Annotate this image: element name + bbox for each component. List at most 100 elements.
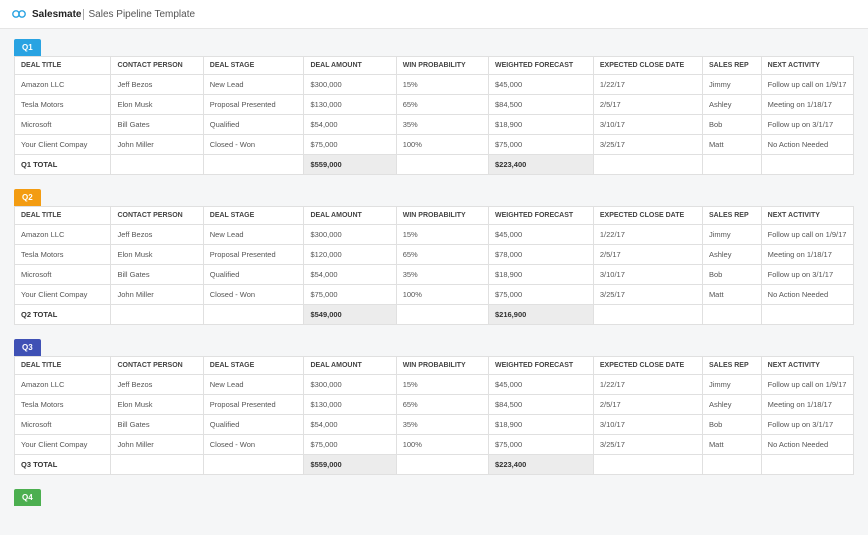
total-empty <box>203 455 304 475</box>
quarter-tab-q4[interactable]: Q4 <box>14 489 41 506</box>
pipeline-table-q3: DEAL TITLECONTACT PERSONDEAL STAGEDEAL A… <box>14 356 854 475</box>
cell-stage: Closed - Won <box>203 285 304 305</box>
quarter-tab-q3[interactable]: Q3 <box>14 339 41 356</box>
cell-amount: $54,000 <box>304 415 396 435</box>
column-header: EXPECTED CLOSE DATE <box>593 57 702 75</box>
cell-activity: No Action Needed <box>761 285 853 305</box>
table-row[interactable]: MicrosoftBill GatesQualified$54,00035%$1… <box>15 115 854 135</box>
table-row[interactable]: MicrosoftBill GatesQualified$54,00035%$1… <box>15 415 854 435</box>
column-header: DEAL TITLE <box>15 357 111 375</box>
cell-title: Your Client Compay <box>15 135 111 155</box>
cell-forecast: $45,000 <box>489 375 594 395</box>
table-row[interactable]: Your Client CompayJohn MillerClosed - Wo… <box>15 435 854 455</box>
cell-close: 3/10/17 <box>593 265 702 285</box>
cell-contact: Elon Musk <box>111 395 203 415</box>
cell-forecast: $18,900 <box>489 415 594 435</box>
brand-name: Salesmate <box>32 9 81 20</box>
total-row: Q1 TOTAL$559,000$223,400 <box>15 155 854 175</box>
cell-amount: $75,000 <box>304 135 396 155</box>
table-row[interactable]: Tesla MotorsElon MuskProposal Presented$… <box>15 95 854 115</box>
table-header-row: DEAL TITLECONTACT PERSONDEAL STAGEDEAL A… <box>15 57 854 75</box>
cell-amount: $120,000 <box>304 245 396 265</box>
cell-close: 1/22/17 <box>593 225 702 245</box>
cell-forecast: $75,000 <box>489 135 594 155</box>
cell-close: 3/25/17 <box>593 285 702 305</box>
column-header: DEAL STAGE <box>203 207 304 225</box>
cell-rep: Bob <box>702 415 761 435</box>
cell-activity: Meeting on 1/18/17 <box>761 95 853 115</box>
cell-rep: Matt <box>702 435 761 455</box>
table-row[interactable]: Amazon LLCJeff BezosNew Lead$300,00015%$… <box>15 225 854 245</box>
total-empty <box>203 155 304 175</box>
cell-rep: Ashley <box>702 95 761 115</box>
cell-activity: Follow up call on 1/9/17 <box>761 225 853 245</box>
column-header: WIN PROBABILITY <box>396 207 488 225</box>
table-row[interactable]: Amazon LLCJeff BezosNew Lead$300,00015%$… <box>15 375 854 395</box>
cell-stage: Qualified <box>203 115 304 135</box>
column-header: DEAL AMOUNT <box>304 357 396 375</box>
cell-prob: 65% <box>396 95 488 115</box>
cell-stage: Proposal Presented <box>203 245 304 265</box>
cell-title: Tesla Motors <box>15 95 111 115</box>
column-header: DEAL TITLE <box>15 207 111 225</box>
cell-rep: Matt <box>702 285 761 305</box>
quarter-tab-q2[interactable]: Q2 <box>14 189 41 206</box>
cell-contact: John Miller <box>111 135 203 155</box>
cell-title: Your Client Compay <box>15 435 111 455</box>
cell-forecast: $84,500 <box>489 395 594 415</box>
cell-activity: Follow up on 3/1/17 <box>761 415 853 435</box>
column-header: SALES REP <box>702 57 761 75</box>
table-row[interactable]: Tesla MotorsElon MuskProposal Presented$… <box>15 395 854 415</box>
total-empty <box>702 455 761 475</box>
column-header: CONTACT PERSON <box>111 57 203 75</box>
column-header: EXPECTED CLOSE DATE <box>593 357 702 375</box>
total-empty <box>593 305 702 325</box>
total-row: Q2 TOTAL$549,000$216,900 <box>15 305 854 325</box>
total-empty <box>111 455 203 475</box>
total-empty <box>702 155 761 175</box>
column-header: WIN PROBABILITY <box>396 357 488 375</box>
cell-amount: $130,000 <box>304 95 396 115</box>
column-header: NEXT ACTIVITY <box>761 357 853 375</box>
cell-amount: $130,000 <box>304 395 396 415</box>
column-header: WEIGHTED FORECAST <box>489 357 594 375</box>
total-amount: $549,000 <box>304 305 396 325</box>
cell-prob: 15% <box>396 75 488 95</box>
table-row[interactable]: Tesla MotorsElon MuskProposal Presented$… <box>15 245 854 265</box>
total-empty <box>203 305 304 325</box>
total-empty <box>761 305 853 325</box>
total-empty <box>702 305 761 325</box>
cell-contact: Elon Musk <box>111 95 203 115</box>
quarter-block-q4: Q4 <box>14 489 854 506</box>
table-row[interactable]: Your Client CompayJohn MillerClosed - Wo… <box>15 135 854 155</box>
cell-prob: 35% <box>396 265 488 285</box>
pipeline-table-q1: DEAL TITLECONTACT PERSONDEAL STAGEDEAL A… <box>14 56 854 175</box>
cell-activity: No Action Needed <box>761 435 853 455</box>
table-row[interactable]: Your Client CompayJohn MillerClosed - Wo… <box>15 285 854 305</box>
cell-close: 2/5/17 <box>593 95 702 115</box>
total-empty <box>593 455 702 475</box>
cell-prob: 100% <box>396 435 488 455</box>
cell-close: 3/25/17 <box>593 435 702 455</box>
column-header: WIN PROBABILITY <box>396 57 488 75</box>
cell-forecast: $78,000 <box>489 245 594 265</box>
table-row[interactable]: Amazon LLCJeff BezosNew Lead$300,00015%$… <box>15 75 854 95</box>
cell-title: Your Client Compay <box>15 285 111 305</box>
cell-title: Amazon LLC <box>15 225 111 245</box>
cell-prob: 65% <box>396 245 488 265</box>
cell-rep: Bob <box>702 115 761 135</box>
total-empty <box>396 455 488 475</box>
quarter-tab-q1[interactable]: Q1 <box>14 39 41 56</box>
cell-rep: Matt <box>702 135 761 155</box>
cell-close: 2/5/17 <box>593 395 702 415</box>
cell-contact: Bill Gates <box>111 415 203 435</box>
cell-close: 1/22/17 <box>593 375 702 395</box>
total-forecast: $223,400 <box>489 155 594 175</box>
cell-contact: Jeff Bezos <box>111 375 203 395</box>
cell-forecast: $18,900 <box>489 265 594 285</box>
content-area: Q1DEAL TITLECONTACT PERSONDEAL STAGEDEAL… <box>0 29 868 530</box>
cell-amount: $300,000 <box>304 225 396 245</box>
cell-forecast: $18,900 <box>489 115 594 135</box>
column-header: WEIGHTED FORECAST <box>489 207 594 225</box>
table-row[interactable]: MicrosoftBill GatesQualified$54,00035%$1… <box>15 265 854 285</box>
